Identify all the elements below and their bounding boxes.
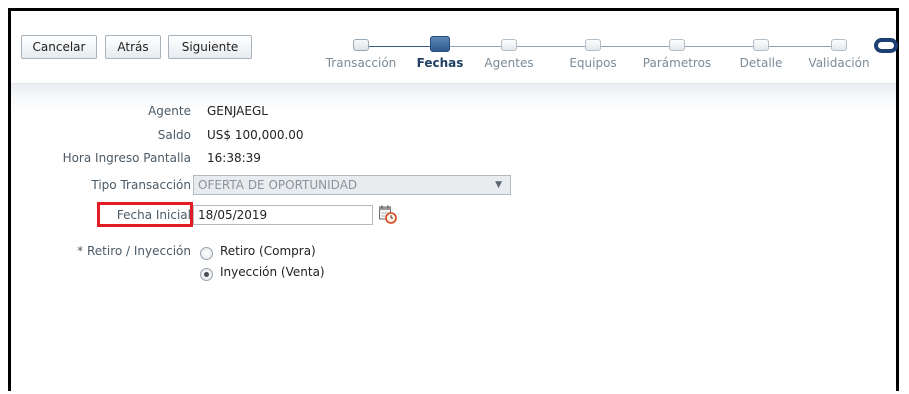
train-stop-equipos[interactable]: [585, 39, 601, 51]
cancel-button[interactable]: Cancelar: [21, 35, 97, 59]
hora-ingreso-label: Hora Ingreso Pantalla: [62, 151, 191, 165]
train-label-agentes[interactable]: Agentes: [484, 56, 533, 70]
train-connector: [601, 46, 669, 47]
train-connector: [449, 46, 501, 47]
train-stop-transaccion[interactable]: [353, 39, 369, 51]
train-connector: [517, 46, 585, 47]
train-stop-detalle[interactable]: [753, 39, 769, 51]
highlight-box: [97, 202, 193, 227]
train-connector: [769, 46, 831, 47]
retiro-compra-label[interactable]: Retiro (Compra): [220, 244, 316, 258]
train-stop-validacion[interactable]: [831, 39, 847, 51]
train-connector: [369, 46, 431, 47]
train-label-transaccion[interactable]: Transacción: [326, 56, 397, 70]
fecha-inicial-input[interactable]: 18/05/2019: [193, 205, 373, 225]
train-label-equipos[interactable]: Equipos: [569, 56, 616, 70]
tipo-transaccion-value: OFERTA DE OPORTUNIDAD: [198, 178, 358, 192]
oracle-logo: [874, 38, 898, 53]
inyeccion-venta-radio[interactable]: [200, 268, 213, 281]
retiro-compra-radio[interactable]: [200, 247, 213, 260]
tipo-transaccion-label: Tipo Transacción: [91, 178, 191, 192]
saldo-value: US$ 100,000.00: [207, 128, 304, 142]
form-panel: Agente GENJAEGL Saldo US$ 100,000.00 Hor…: [11, 84, 896, 394]
calendar-clock-icon[interactable]: [378, 204, 398, 224]
next-button[interactable]: Siguiente: [168, 35, 252, 59]
back-button[interactable]: Atrás: [105, 35, 161, 59]
train-toolbar: Cancelar Atrás Siguiente Transacción Fec…: [11, 11, 898, 84]
train-stop-parametros[interactable]: [669, 39, 685, 51]
train-stop-fechas: [430, 36, 450, 52]
agente-value: GENJAEGL: [207, 104, 268, 118]
retiro-inyeccion-label: * Retiro / Inyección: [77, 244, 191, 258]
dropdown-arrow-icon[interactable]: ▼: [495, 176, 502, 194]
train-label-validacion[interactable]: Validación: [808, 56, 869, 70]
app-window: Cancelar Atrás Siguiente Transacción Fec…: [8, 8, 899, 394]
tipo-transaccion-select[interactable]: OFERTA DE OPORTUNIDAD ▼: [193, 175, 511, 195]
train-label-fechas: Fechas: [416, 56, 464, 70]
train-label-parametros[interactable]: Parámetros: [643, 56, 711, 70]
train-connector: [685, 46, 753, 47]
train-stop-agentes[interactable]: [501, 39, 517, 51]
agente-label: Agente: [148, 104, 191, 118]
inyeccion-venta-label[interactable]: Inyección (Venta): [220, 265, 325, 279]
hora-ingreso-value: 16:38:39: [207, 151, 261, 165]
saldo-label: Saldo: [157, 128, 191, 142]
train-label-detalle[interactable]: Detalle: [740, 56, 783, 70]
